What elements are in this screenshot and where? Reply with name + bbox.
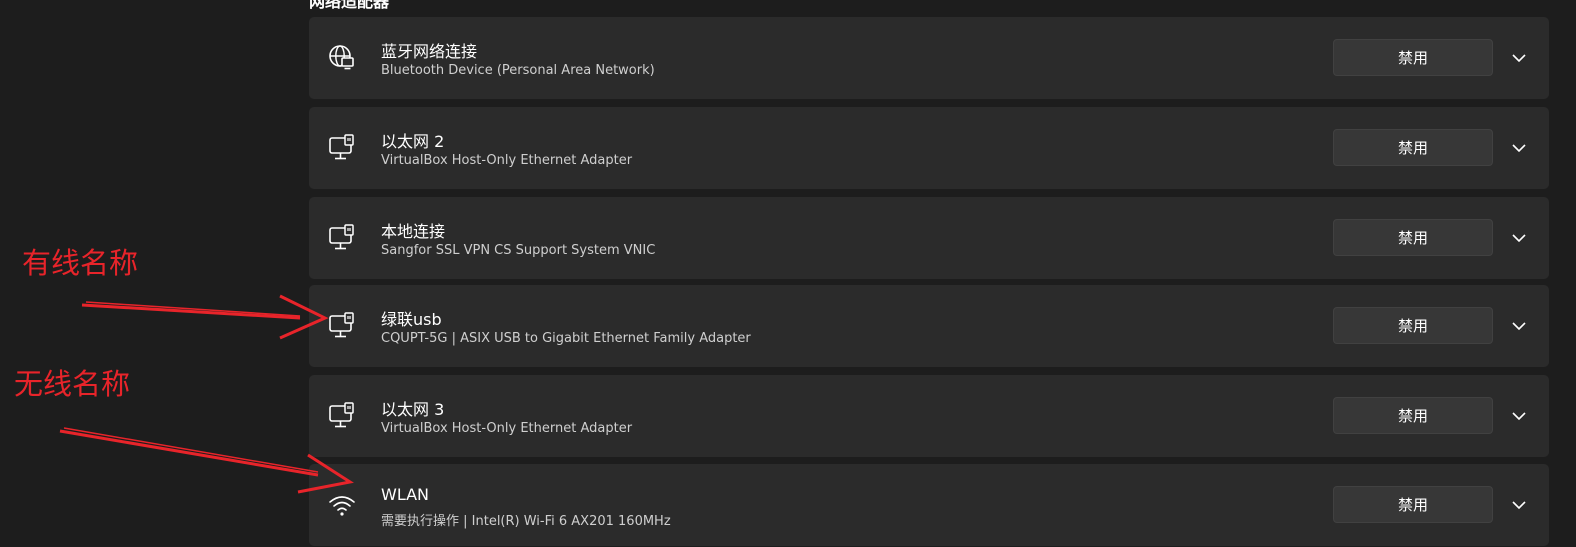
wired-arrow bbox=[81, 294, 329, 340]
ethernet-icon bbox=[327, 311, 357, 341]
disable-button[interactable]: 禁用 bbox=[1333, 397, 1493, 434]
adapter-description: 需要执行操作 | Intel(R) Wi-Fi 6 AX201 160MHz bbox=[381, 514, 671, 529]
disable-button[interactable]: 禁用 bbox=[1333, 307, 1493, 344]
adapter-card-ethernet-3: 以太网 3 VirtualBox Host-Only Ethernet Adap… bbox=[309, 375, 1549, 457]
chevron-down-icon[interactable] bbox=[1509, 138, 1529, 158]
adapter-name: WLAN bbox=[381, 485, 430, 504]
section-header: 网络适配器 bbox=[309, 0, 390, 11]
adapter-name: 蓝牙网络连接 bbox=[381, 42, 478, 61]
network-adapters-page: 网络适配器 蓝牙网络连接 Bluetooth Device (Personal … bbox=[0, 0, 1576, 547]
ethernet-icon bbox=[327, 401, 357, 431]
wired-name-annotation: 有线名称 bbox=[22, 246, 139, 280]
adapter-description: Sangfor SSL VPN CS Support System VNIC bbox=[381, 243, 656, 258]
disable-button[interactable]: 禁用 bbox=[1333, 39, 1493, 76]
adapter-description: VirtualBox Host-Only Ethernet Adapter bbox=[381, 153, 633, 168]
chevron-down-icon[interactable] bbox=[1509, 316, 1529, 336]
adapter-name: 绿联usb bbox=[381, 310, 442, 329]
wifi-icon bbox=[327, 490, 357, 520]
adapter-name: 本地连接 bbox=[381, 222, 446, 241]
adapter-name: 以太网 3 bbox=[381, 400, 445, 419]
disable-button[interactable]: 禁用 bbox=[1333, 486, 1493, 523]
globe-network-icon bbox=[327, 43, 357, 73]
disable-button[interactable]: 禁用 bbox=[1333, 219, 1493, 256]
adapter-name: 以太网 2 bbox=[381, 132, 445, 151]
chevron-down-icon[interactable] bbox=[1509, 48, 1529, 68]
disable-button[interactable]: 禁用 bbox=[1333, 129, 1493, 166]
adapter-description: VirtualBox Host-Only Ethernet Adapter bbox=[381, 421, 633, 436]
adapter-card-ethernet-2: 以太网 2 VirtualBox Host-Only Ethernet Adap… bbox=[309, 107, 1549, 189]
adapter-card-usb: 绿联usb CQUPT-5G | ASIX USB to Gigabit Eth… bbox=[309, 285, 1549, 367]
wireless-arrow bbox=[59, 427, 354, 494]
chevron-down-icon[interactable] bbox=[1509, 228, 1529, 248]
adapter-card-local: 本地连接 Sangfor SSL VPN CS Support System V… bbox=[309, 197, 1549, 279]
ethernet-icon bbox=[327, 133, 357, 163]
adapter-description: CQUPT-5G | ASIX USB to Gigabit Ethernet … bbox=[381, 331, 751, 346]
adapter-card-wlan: WLAN 需要执行操作 | Intel(R) Wi-Fi 6 AX201 160… bbox=[309, 464, 1549, 546]
chevron-down-icon[interactable] bbox=[1509, 495, 1529, 515]
wireless-name-annotation: 无线名称 bbox=[14, 367, 131, 401]
ethernet-icon bbox=[327, 223, 357, 253]
adapter-card-bluetooth: 蓝牙网络连接 Bluetooth Device (Personal Area N… bbox=[309, 17, 1549, 99]
chevron-down-icon[interactable] bbox=[1509, 406, 1529, 426]
adapter-description: Bluetooth Device (Personal Area Network) bbox=[381, 63, 655, 78]
